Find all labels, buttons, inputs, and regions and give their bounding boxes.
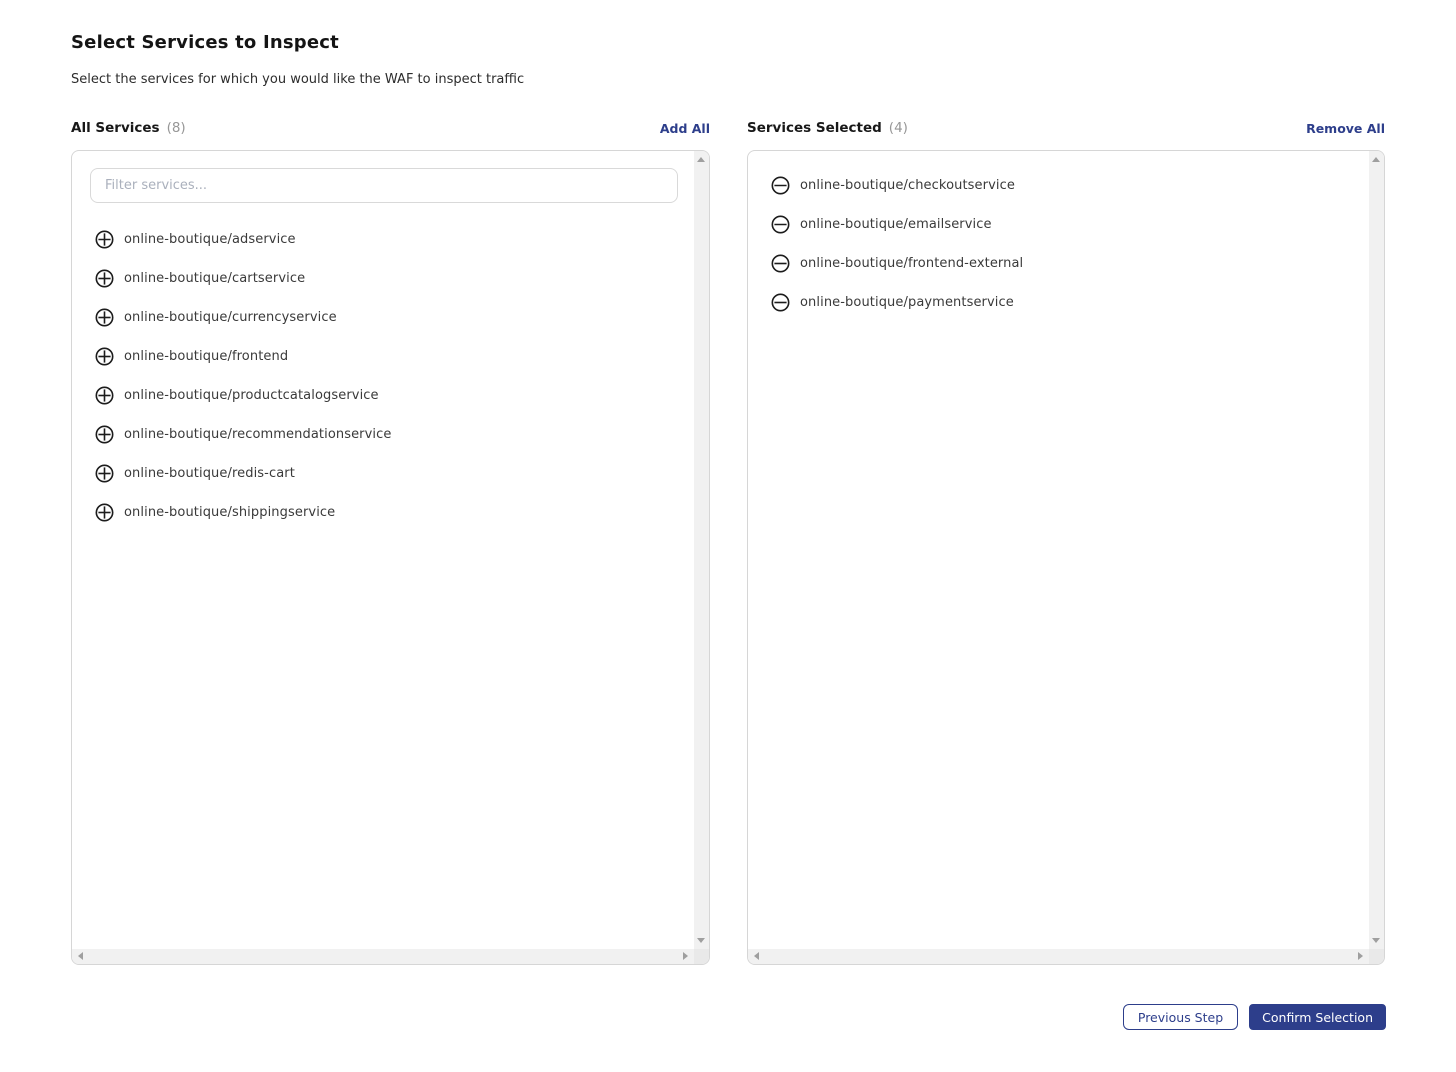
remove-service-icon[interactable] — [771, 254, 790, 273]
service-row[interactable]: online-boutique/productcatalogservice — [72, 376, 694, 415]
page-subtitle: Select the services for which you would … — [71, 72, 524, 87]
service-selection-page: Select Services to Inspect Select the se… — [0, 0, 1456, 1072]
scroll-down-icon[interactable] — [697, 938, 705, 943]
scroll-up-icon[interactable] — [697, 157, 705, 162]
scroll-left-icon[interactable] — [754, 952, 759, 960]
service-row[interactable]: online-boutique/cartservice — [72, 259, 694, 298]
scroll-down-icon[interactable] — [1372, 938, 1380, 943]
scroll-left-icon[interactable] — [78, 952, 83, 960]
service-row[interactable]: online-boutique/redis-cart — [72, 454, 694, 493]
service-name: online-boutique/frontend-external — [800, 256, 1023, 271]
selected-services-panel-content: online-boutique/checkoutservice online-b… — [748, 151, 1369, 949]
all-services-panel: online-boutique/adservice on — [71, 150, 710, 965]
service-name: online-boutique/recommendationservice — [124, 427, 391, 442]
scrollbar-corner — [694, 949, 709, 964]
remove-service-icon[interactable] — [771, 176, 790, 195]
scroll-right-icon[interactable] — [683, 952, 688, 960]
service-name: online-boutique/adservice — [124, 232, 296, 247]
vertical-scrollbar[interactable] — [694, 151, 709, 949]
add-service-icon[interactable] — [95, 230, 114, 249]
vertical-scrollbar[interactable] — [1369, 151, 1384, 949]
add-service-icon[interactable] — [95, 503, 114, 522]
service-name: online-boutique/paymentservice — [800, 295, 1014, 310]
service-name: online-boutique/currencyservice — [124, 310, 337, 325]
service-row[interactable]: online-boutique/emailservice — [748, 205, 1369, 244]
service-name: online-boutique/checkoutservice — [800, 178, 1015, 193]
service-row[interactable]: online-boutique/shippingservice — [72, 493, 694, 532]
remove-service-icon[interactable] — [771, 293, 790, 312]
add-service-icon[interactable] — [95, 386, 114, 405]
service-name: online-boutique/redis-cart — [124, 466, 295, 481]
selected-services-label: Services Selected — [747, 120, 882, 136]
selected-services-header: Services Selected (4) Remove All — [747, 118, 1385, 138]
service-name: online-boutique/emailservice — [800, 217, 992, 232]
add-service-icon[interactable] — [95, 269, 114, 288]
selected-services-column: Services Selected (4) Remove All — [747, 118, 1385, 965]
confirm-selection-button[interactable]: Confirm Selection — [1249, 1004, 1386, 1030]
service-name: online-boutique/shippingservice — [124, 505, 335, 520]
scroll-up-icon[interactable] — [1372, 157, 1380, 162]
horizontal-scrollbar[interactable] — [72, 949, 694, 964]
horizontal-scrollbar[interactable] — [748, 949, 1369, 964]
scrollbar-corner — [1369, 949, 1384, 964]
service-row[interactable]: online-boutique/adservice — [72, 220, 694, 259]
all-services-label: All Services — [71, 120, 160, 136]
service-row[interactable]: online-boutique/frontend-external — [748, 244, 1369, 283]
service-row[interactable]: online-boutique/paymentservice — [748, 283, 1369, 322]
add-service-icon[interactable] — [95, 464, 114, 483]
wizard-footer: Previous Step Confirm Selection — [1123, 1004, 1386, 1030]
previous-step-button[interactable]: Previous Step — [1123, 1004, 1238, 1030]
add-service-icon[interactable] — [95, 308, 114, 327]
service-row[interactable]: online-boutique/currencyservice — [72, 298, 694, 337]
selected-services-list: online-boutique/checkoutservice online-b… — [748, 166, 1369, 322]
filter-services-input[interactable] — [90, 168, 678, 203]
all-services-column: All Services (8) Add All — [71, 118, 710, 965]
all-services-list: online-boutique/adservice on — [72, 220, 694, 532]
selected-services-count: (4) — [889, 120, 908, 136]
selected-services-panel: online-boutique/checkoutservice online-b… — [747, 150, 1385, 965]
add-service-icon[interactable] — [95, 425, 114, 444]
remove-service-icon[interactable] — [771, 215, 790, 234]
service-row[interactable]: online-boutique/recommendationservice — [72, 415, 694, 454]
all-services-count: (8) — [167, 120, 186, 136]
service-name: online-boutique/cartservice — [124, 271, 305, 286]
service-name: online-boutique/frontend — [124, 349, 288, 364]
add-all-link[interactable]: Add All — [660, 121, 710, 136]
remove-all-link[interactable]: Remove All — [1306, 121, 1385, 136]
service-row[interactable]: online-boutique/checkoutservice — [748, 166, 1369, 205]
add-service-icon[interactable] — [95, 347, 114, 366]
scroll-right-icon[interactable] — [1358, 952, 1363, 960]
service-name: online-boutique/productcatalogservice — [124, 388, 379, 403]
all-services-panel-content: online-boutique/adservice on — [72, 151, 694, 949]
page-title: Select Services to Inspect — [71, 32, 339, 53]
service-row[interactable]: online-boutique/frontend — [72, 337, 694, 376]
all-services-header: All Services (8) Add All — [71, 118, 710, 138]
